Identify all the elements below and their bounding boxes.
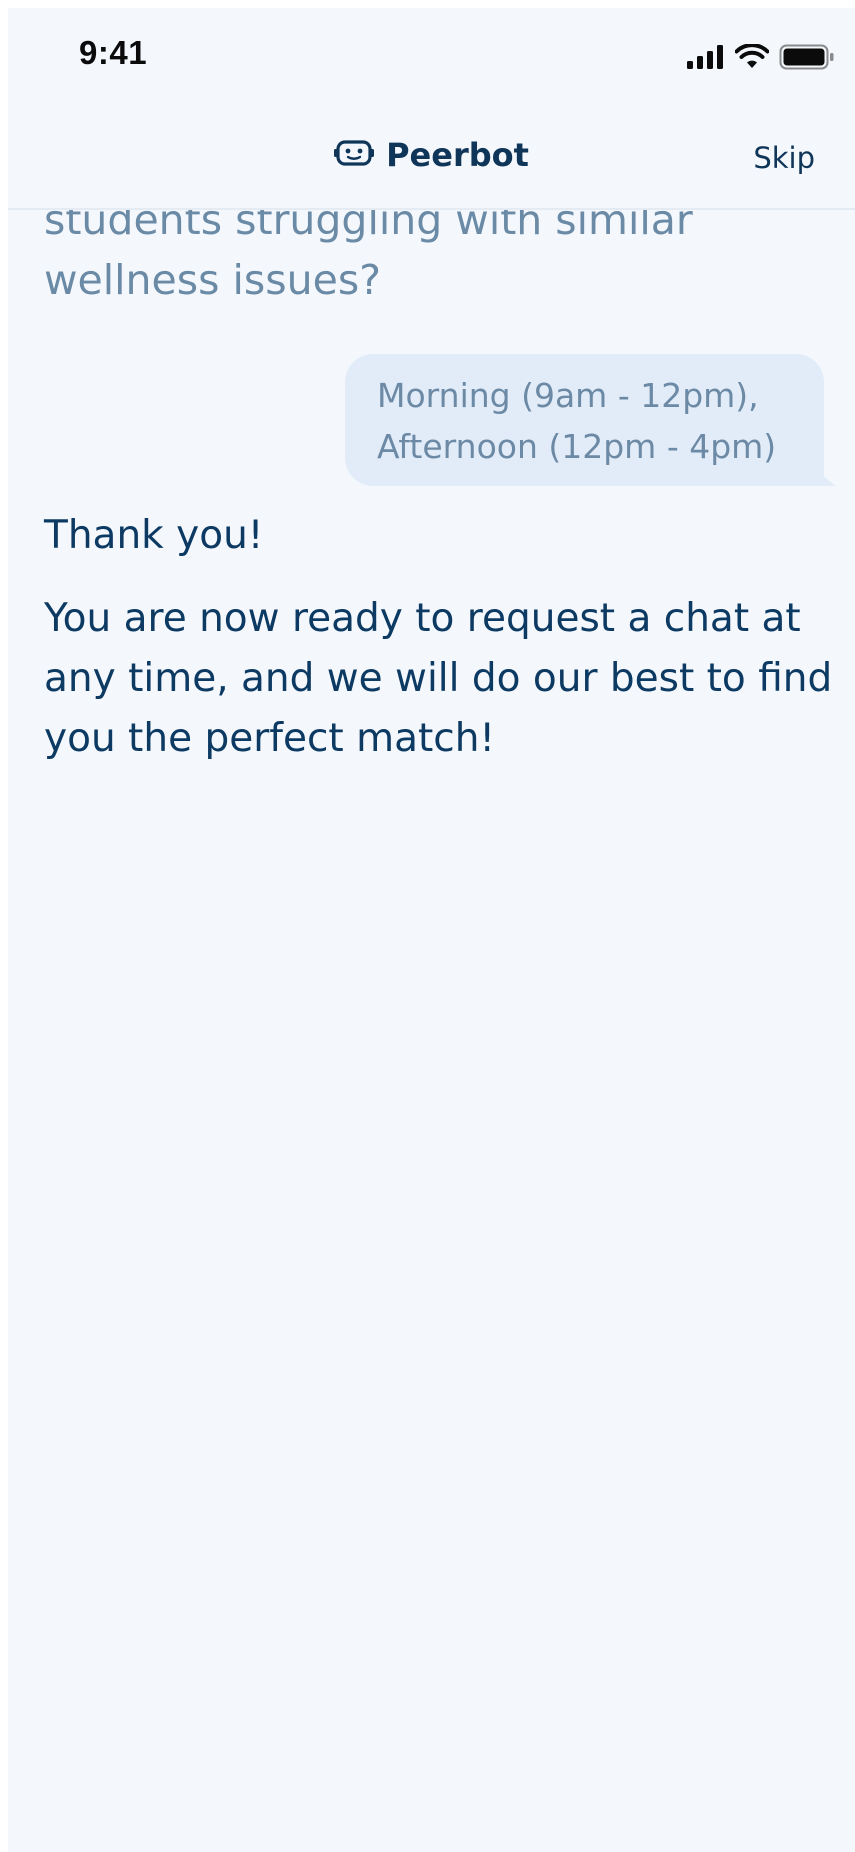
battery-icon xyxy=(779,44,835,74)
status-time: 9:41 xyxy=(79,34,148,71)
bot-message-thanks: Thank you! xyxy=(44,513,264,558)
status-bar: 9:41 xyxy=(8,8,855,108)
skip-button[interactable]: Skip xyxy=(753,141,815,175)
wifi-icon xyxy=(734,43,770,74)
cellular-signal-icon xyxy=(687,45,725,73)
chat-thread[interactable]: students struggling with similar wellnes… xyxy=(8,196,855,1852)
robot-face-icon xyxy=(334,138,375,172)
app-title: Peerbot xyxy=(386,136,529,174)
user-message-bubble: Morning (9am - 12pm), Afternoon (12pm - … xyxy=(345,354,836,486)
status-icons xyxy=(687,43,835,74)
user-message-text: Morning (9am - 12pm), Afternoon (12pm - … xyxy=(377,376,777,466)
app-screen: 9:41 Peerbot Skip students struggling wi… xyxy=(8,8,855,1852)
nav-title: Peerbot xyxy=(8,136,855,174)
nav-bar: Peerbot Skip xyxy=(8,108,855,210)
bot-message-ready: You are now ready to request a chat at a… xyxy=(44,596,833,761)
bubble-tail xyxy=(818,472,836,486)
